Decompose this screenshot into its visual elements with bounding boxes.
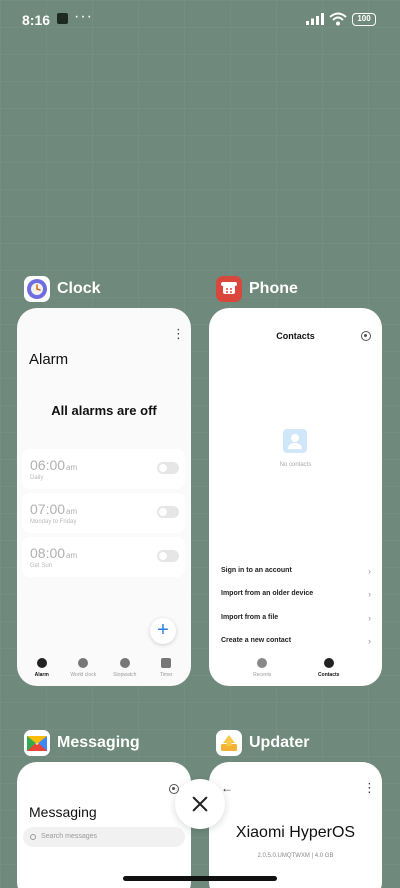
tab-label: Alarm: [34, 672, 49, 678]
hourglass-icon: [161, 658, 172, 668]
more-menu-icon[interactable]: ⋮: [172, 327, 185, 340]
gesture-handle[interactable]: [123, 876, 277, 881]
chevron-right-icon: ›: [368, 566, 371, 576]
wifi-icon: [329, 12, 347, 26]
alarm-item[interactable]: 06:00am Daily: [22, 449, 185, 489]
tab-stopwatch[interactable]: Stopwatch: [105, 652, 145, 686]
phone-app-card[interactable]: Contacts No contacts Sign in to an accou…: [209, 308, 382, 686]
os-title: Xiaomi HyperOS: [235, 824, 356, 841]
tab-label: Timer: [159, 672, 173, 678]
tab-label: Stopwatch: [113, 672, 137, 678]
more-menu-icon[interactable]: ⋮: [363, 781, 376, 794]
more-notifications-icon: ···: [74, 8, 93, 25]
signal-icon: [306, 13, 324, 25]
updater-app-header[interactable]: Updater: [216, 729, 309, 757]
search-placeholder: Search messages: [41, 833, 98, 840]
tab-alarm[interactable]: Alarm: [22, 652, 62, 686]
page-title: Alarm: [29, 351, 69, 368]
create-contact-option[interactable]: Create a new contact ›: [221, 636, 371, 651]
world-clock-icon: [78, 658, 89, 668]
alarm-toggle[interactable]: [157, 462, 179, 474]
status-time: 8:16: [22, 12, 51, 28]
alarm-toggle[interactable]: [157, 506, 179, 518]
sign-in-option[interactable]: Sign in to an account ›: [221, 566, 371, 581]
alarm-repeat: Get Sun: [30, 563, 53, 569]
os-version: 2.0.5.0.UMQTWXM | 4.0 GB: [257, 853, 334, 859]
messaging-app-card[interactable]: Messaging Search messages: [17, 762, 191, 888]
phone-app-icon: [216, 276, 242, 302]
updater-app-icon: [216, 730, 242, 756]
chevron-right-icon: ›: [368, 613, 371, 623]
alarm-item[interactable]: 08:00am Get Sun: [22, 537, 185, 577]
notification-app-icon: [57, 13, 68, 24]
search-icon: [30, 834, 36, 840]
empty-state-message: All alarms are off: [51, 403, 157, 418]
alarm-repeat: Daily: [30, 475, 44, 481]
clock-app-header[interactable]: Clock: [24, 275, 101, 303]
import-file-option[interactable]: Import from a file ›: [221, 613, 371, 628]
phone-app-name: Phone: [249, 280, 298, 297]
import-older-device-option[interactable]: Import from an older device ›: [221, 589, 371, 604]
alarm-toggle[interactable]: [157, 550, 179, 562]
empty-state-message: No contacts: [279, 462, 312, 468]
clock-tab-bar: Alarm World clock Stopwatch Timer: [17, 652, 191, 686]
clock-app-card[interactable]: ⋮ Alarm All alarms are off 06:00am Daily…: [17, 308, 191, 686]
messaging-app-header[interactable]: Messaging: [24, 729, 140, 757]
person-icon: [323, 658, 334, 668]
phone-tab-bar: Recents Contacts: [209, 652, 382, 686]
alarm-repeat: Monday to Friday: [30, 519, 77, 525]
alarm-time: 06:00am: [30, 457, 78, 473]
battery-icon: 100: [352, 13, 376, 26]
tab-label: Contacts: [318, 672, 340, 678]
search-messages-input[interactable]: Search messages: [23, 827, 185, 847]
phone-handset-icon: [257, 658, 268, 668]
clock-app-icon: [24, 276, 50, 302]
alarm-item[interactable]: 07:00am Monday to Friday: [22, 493, 185, 533]
phone-app-header[interactable]: Phone: [216, 275, 298, 303]
alarm-clock-icon: [36, 658, 47, 668]
alarm-time: 07:00am: [30, 501, 78, 517]
status-bar: 8:16 ··· 100: [0, 0, 400, 40]
tab-label: Recents: [253, 672, 272, 678]
updater-app-card[interactable]: ← ⋮ Xiaomi HyperOS 2.0.5.0.UMQTWXM | 4.0…: [209, 762, 382, 888]
contact-placeholder-icon: [283, 429, 307, 453]
tab-timer[interactable]: Timer: [146, 652, 186, 686]
chevron-right-icon: ›: [368, 636, 371, 646]
tab-world-clock[interactable]: World clock: [63, 652, 103, 686]
messaging-app-name: Messaging: [57, 734, 140, 751]
clear-all-button[interactable]: [175, 779, 225, 829]
add-alarm-button[interactable]: +: [150, 618, 176, 644]
updater-app-name: Updater: [249, 734, 310, 751]
page-title: Messaging: [29, 804, 97, 820]
tab-recents[interactable]: Recents: [242, 652, 282, 686]
clock-app-name: Clock: [57, 280, 101, 297]
tab-label: World clock: [70, 672, 97, 678]
tab-contacts[interactable]: Contacts: [309, 652, 349, 686]
page-title: Contacts: [276, 331, 315, 341]
alarm-time: 08:00am: [30, 545, 78, 561]
chevron-right-icon: ›: [368, 589, 371, 599]
messaging-app-icon: [24, 730, 50, 756]
stopwatch-icon: [119, 658, 130, 668]
settings-gear-icon[interactable]: [361, 331, 371, 341]
